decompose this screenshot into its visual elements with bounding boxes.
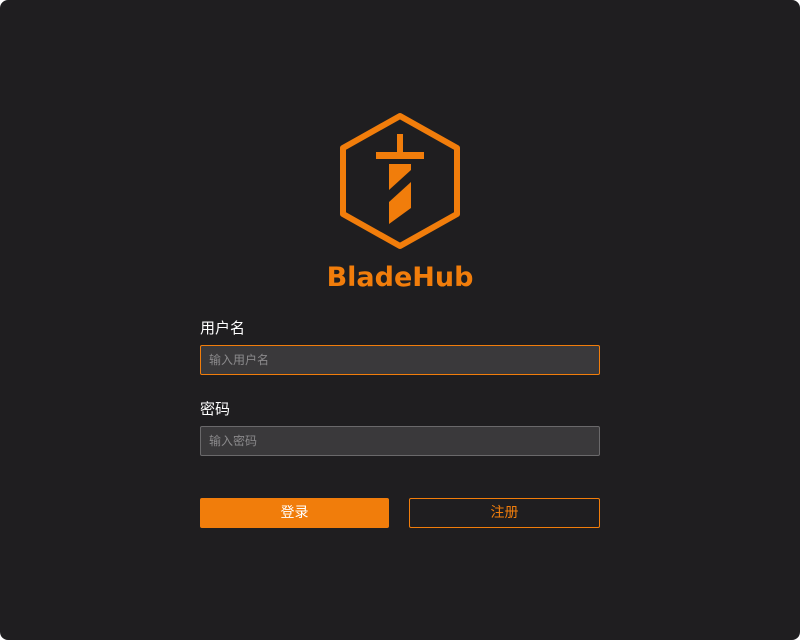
login-button[interactable]: 登录	[200, 498, 389, 528]
password-input[interactable]	[200, 426, 600, 456]
hexagon-sword-icon	[340, 113, 460, 249]
password-label: 密码	[200, 400, 231, 418]
register-button[interactable]: 注册	[409, 498, 600, 528]
username-input[interactable]	[200, 345, 600, 375]
brand-name: BladeHub	[326, 262, 474, 293]
username-label: 用户名	[200, 319, 246, 337]
login-window: BladeHub 用户名 密码 登录 注册	[0, 0, 800, 640]
